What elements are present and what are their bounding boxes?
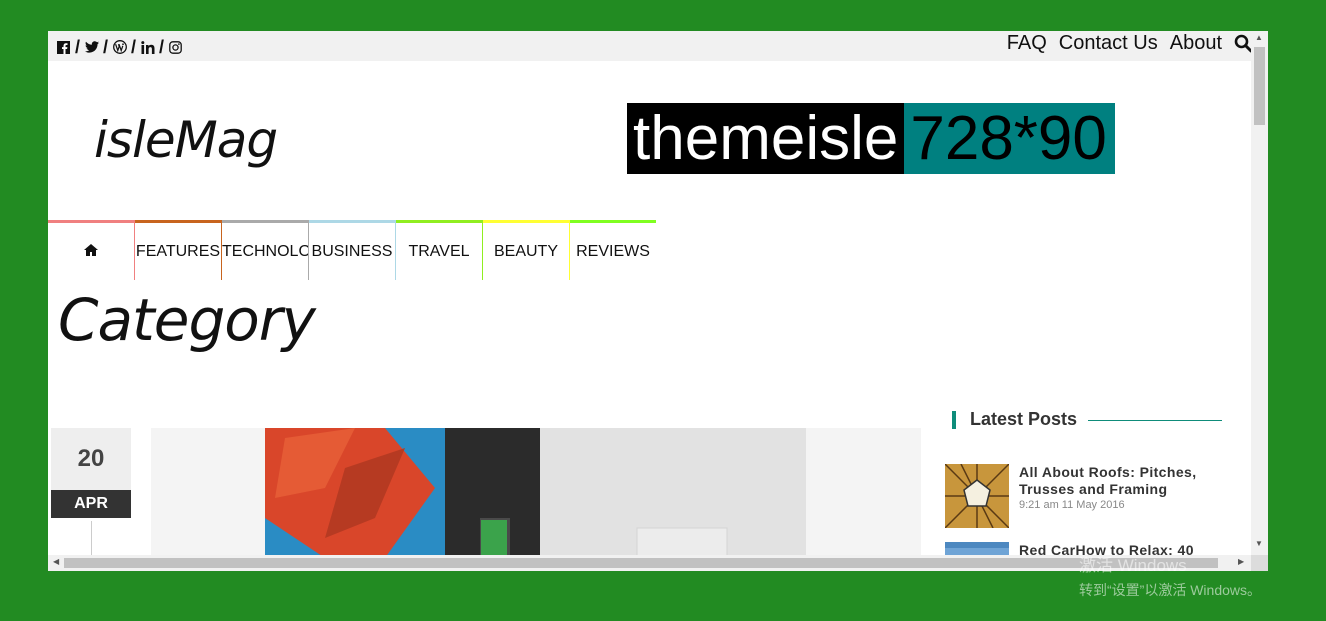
nav-technology[interactable]: TECHNOLOGY xyxy=(222,220,309,280)
scroll-down-arrow-icon[interactable]: ▼ xyxy=(1255,539,1263,548)
twitter-icon[interactable] xyxy=(84,40,99,55)
latest-post-title[interactable]: All About Roofs: Pitches, Trusses and Fr… xyxy=(1019,464,1224,498)
scroll-up-arrow-icon[interactable]: ▲ xyxy=(1255,33,1263,42)
site-logo[interactable]: isleMag xyxy=(94,111,278,169)
vertical-scrollbar[interactable]: ▲ ▼ xyxy=(1251,31,1268,555)
nav-about-link[interactable]: About xyxy=(1170,32,1222,55)
top-navigation: FAQ Contact Us About xyxy=(1007,31,1253,55)
nav-business[interactable]: BUSINESS xyxy=(309,220,396,280)
social-separator: / xyxy=(103,36,109,57)
scroll-left-arrow-icon[interactable]: ◀ xyxy=(53,557,59,566)
post-card xyxy=(151,428,921,558)
watermark-line2: 转到“设置”以激活 Windows。 xyxy=(1079,582,1262,598)
social-links: / / / / xyxy=(56,37,183,57)
horizontal-scrollbar[interactable]: ◀ ▶ xyxy=(48,555,1251,571)
social-separator: / xyxy=(75,36,81,57)
post-date: 20 APR xyxy=(51,428,131,518)
instagram-icon[interactable] xyxy=(168,40,183,55)
nav-reviews[interactable]: REVIEWS xyxy=(570,220,656,280)
banner-text-primary: themeisle xyxy=(627,103,905,174)
browser-viewport: / / / / FAQ Contact Us About isleMag the… xyxy=(48,31,1268,571)
heading-divider xyxy=(1088,420,1222,421)
nav-home[interactable] xyxy=(48,220,135,280)
latest-posts-heading: Latest Posts xyxy=(952,409,1222,431)
top-bar: / / / / FAQ Contact Us About xyxy=(48,31,1253,61)
main-navigation: FEATURES TECHNOLOGY BUSINESS TRAVEL BEAU… xyxy=(48,220,656,280)
facebook-icon[interactable] xyxy=(56,40,71,55)
latest-post-meta: 9:21 am 11 May 2016 xyxy=(1019,499,1125,511)
post-date-day: 20 xyxy=(51,428,131,490)
wordpress-icon[interactable] xyxy=(112,40,127,55)
post-featured-image[interactable] xyxy=(265,428,806,558)
home-icon xyxy=(84,243,98,261)
nav-travel[interactable]: TRAVEL xyxy=(396,220,483,280)
watermark-line1: 激活 Windows xyxy=(1079,556,1187,575)
banner-text-size: 728*90 xyxy=(904,103,1115,174)
heading-accent xyxy=(952,411,956,429)
nav-contact-link[interactable]: Contact Us xyxy=(1059,32,1158,55)
ad-banner[interactable]: themeisle 728*90 xyxy=(627,103,1115,174)
nav-faq-link[interactable]: FAQ xyxy=(1007,32,1047,55)
nav-features[interactable]: FEATURES xyxy=(135,220,222,280)
page-title: Category xyxy=(58,286,316,354)
latest-post-thumbnail[interactable] xyxy=(945,464,1009,528)
vertical-scroll-thumb[interactable] xyxy=(1254,47,1265,125)
linkedin-icon[interactable] xyxy=(140,40,155,55)
latest-posts-title: Latest Posts xyxy=(970,409,1078,429)
horizontal-scroll-thumb[interactable] xyxy=(64,558,1218,568)
social-separator: / xyxy=(159,36,165,57)
social-separator: / xyxy=(131,36,137,57)
post-date-month: APR xyxy=(51,490,131,518)
windows-activation-watermark: 激活 Windows 转到“设置”以激活 Windows。 xyxy=(1079,551,1261,600)
nav-beauty[interactable]: BEAUTY xyxy=(483,220,570,280)
